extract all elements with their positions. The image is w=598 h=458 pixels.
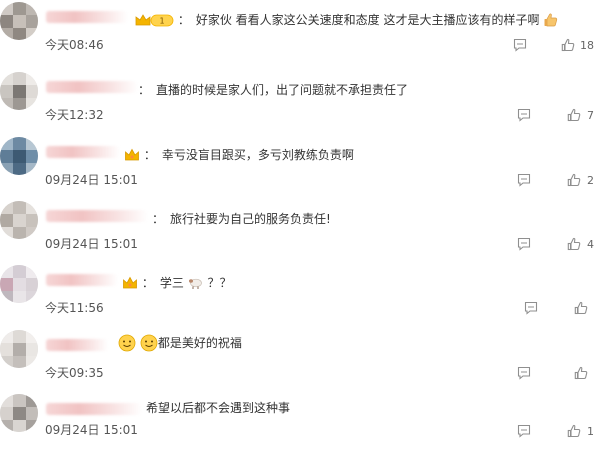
comment-item: ： 幸亏没盲目跟买，多亏刘教练负责啊 09月24日 15:01 2 bbox=[0, 137, 598, 201]
comment-text: 好家伙 看看人家这公关速度和态度 这才是大主播应该有的样子啊 bbox=[195, 13, 540, 27]
username-blurred[interactable] bbox=[46, 210, 148, 222]
thumbs-up-icon[interactable] bbox=[561, 38, 575, 52]
comment-text: 旅行社要为自己的服务负责任! bbox=[170, 212, 331, 226]
username-blurred[interactable] bbox=[46, 11, 128, 23]
comment-time: 09月24日 15:01 bbox=[45, 173, 138, 187]
comment-icon[interactable] bbox=[517, 108, 531, 122]
avatar[interactable] bbox=[0, 72, 38, 110]
comment-item: ： 旅行社要为自己的服务负责任! 09月24日 15:01 4 bbox=[0, 201, 598, 265]
comment-item: ： 学三 ？？ 今天11:56 bbox=[0, 265, 598, 329]
comment-body: ： 直播的时候是家人们，出了问题就不承担责任了 bbox=[138, 82, 408, 98]
comment-icon[interactable] bbox=[513, 38, 527, 52]
comment-text: 直播的时候是家人们，出了问题就不承担责任了 bbox=[156, 83, 409, 97]
lamb-emoji-icon bbox=[188, 278, 202, 289]
thumbs-up-icon[interactable] bbox=[574, 301, 588, 315]
comment-time: 09月24日 15:01 bbox=[45, 423, 138, 437]
comment-icon[interactable] bbox=[524, 301, 538, 315]
comment-icon[interactable] bbox=[517, 237, 531, 251]
comment-item: 都是美好的祝福 今天09:35 bbox=[0, 330, 598, 394]
name-separator: ： bbox=[152, 212, 165, 226]
avatar[interactable] bbox=[0, 394, 38, 432]
name-separator: ： bbox=[141, 276, 154, 290]
comment-time: 今天12:32 bbox=[45, 108, 104, 122]
comment-text-after: 都是美好的祝福 bbox=[157, 336, 242, 350]
thumbs-up-icon[interactable] bbox=[567, 108, 581, 122]
username-blurred[interactable] bbox=[46, 339, 108, 351]
crown-icon bbox=[125, 148, 139, 161]
comment-text-after: ？？ bbox=[207, 276, 232, 290]
thumbs-up-emoji-icon bbox=[544, 13, 558, 27]
like-count: 4 bbox=[587, 238, 594, 251]
username-blurred[interactable] bbox=[46, 146, 120, 158]
comment-body: ： 旅行社要为自己的服务负责任! bbox=[152, 211, 331, 227]
comment-body: 都是美好的祝福 bbox=[118, 334, 242, 352]
avatar[interactable] bbox=[0, 330, 38, 368]
avatar[interactable] bbox=[0, 265, 38, 303]
comment-text: 幸亏没盲目跟买，多亏刘教练负责啊 bbox=[161, 148, 354, 162]
comment-body: 1 ： 好家伙 看看人家这公关速度和态度 这才是大主播应该有的样子啊 bbox=[134, 12, 559, 28]
thumbs-up-icon[interactable] bbox=[567, 173, 581, 187]
comment-time: 今天09:35 bbox=[45, 366, 104, 380]
comment-text-after: 希望以后都不会遇到这种事 bbox=[146, 401, 291, 415]
comment-body: ： 幸亏没盲目跟买，多亏刘教练负责啊 bbox=[124, 147, 354, 163]
comment-item: ： 直播的时候是家人们，出了问题就不承担责任了 今天12:32 7 bbox=[0, 72, 598, 136]
username-blurred[interactable] bbox=[46, 274, 118, 286]
name-separator: ： bbox=[177, 13, 190, 27]
like-count: 7 bbox=[587, 109, 594, 122]
smiley-emoji-icon bbox=[118, 334, 136, 352]
badge-level: 1 bbox=[159, 17, 164, 26]
comment-icon[interactable] bbox=[517, 173, 531, 187]
name-separator: ： bbox=[143, 148, 156, 162]
username-blurred[interactable] bbox=[46, 81, 138, 93]
comment-time: 今天11:56 bbox=[45, 301, 104, 315]
avatar[interactable] bbox=[0, 2, 38, 40]
username-blurred[interactable] bbox=[46, 403, 142, 415]
comment-time: 今天08:46 bbox=[45, 38, 104, 52]
comment-icon[interactable] bbox=[517, 424, 531, 438]
crown-icon bbox=[123, 276, 137, 289]
comment-item: 1 ： 好家伙 看看人家这公关速度和态度 这才是大主播应该有的样子啊 今天08:4… bbox=[0, 2, 598, 66]
like-count: 18 bbox=[580, 39, 594, 52]
comment-item: 希望以后都不会遇到这种事 09月24日 15:01 1 bbox=[0, 394, 598, 458]
name-separator: ： bbox=[138, 83, 151, 97]
smiley-emoji-icon bbox=[140, 334, 158, 352]
comment-icon[interactable] bbox=[517, 366, 531, 380]
thumbs-up-icon[interactable] bbox=[567, 237, 581, 251]
like-count: 1 bbox=[587, 425, 594, 438]
comment-time: 09月24日 15:01 bbox=[45, 237, 138, 251]
comment-body: ： 学三 ？？ bbox=[122, 275, 232, 291]
avatar[interactable] bbox=[0, 201, 38, 239]
comment-body: 希望以后都不会遇到这种事 bbox=[146, 400, 290, 416]
like-count: 2 bbox=[587, 174, 594, 187]
crown-level-icon: 1 bbox=[135, 14, 174, 27]
thumbs-up-icon[interactable] bbox=[574, 366, 588, 380]
avatar[interactable] bbox=[0, 137, 38, 175]
thumbs-up-icon[interactable] bbox=[567, 424, 581, 438]
comment-text: 学三 bbox=[159, 276, 184, 290]
